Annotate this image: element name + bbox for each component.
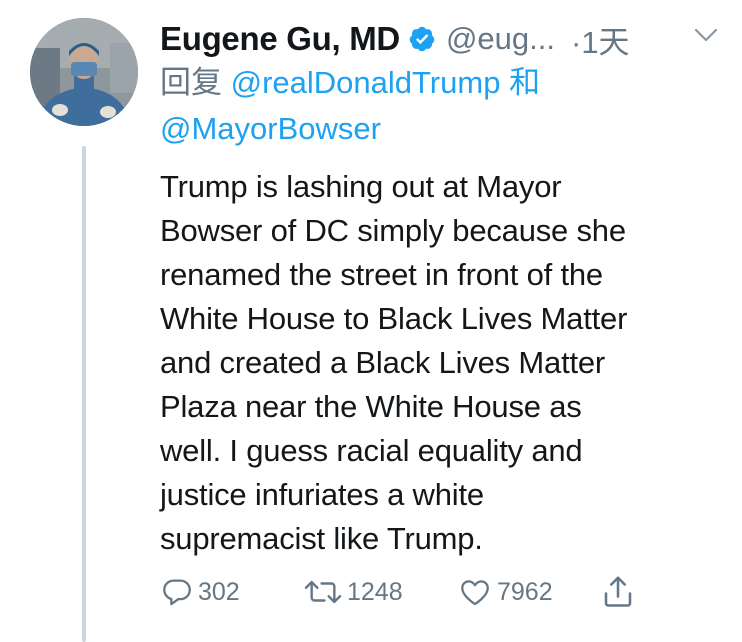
retweet-count: 1248 xyxy=(347,577,403,606)
tweet-actions: 302 1248 7962 xyxy=(160,572,720,612)
mention-mayorbowser[interactable]: @MayorBowser xyxy=(160,111,381,146)
reply-joiner: 和 xyxy=(509,65,541,100)
tweet-line: and created a Black Lives Matter xyxy=(160,345,606,380)
heart-icon xyxy=(461,580,489,606)
retweet-button[interactable]: 1248 xyxy=(303,572,403,612)
tweet-line: justice infuriates a white xyxy=(160,477,484,512)
avatar-photo xyxy=(30,18,138,126)
avatar[interactable] xyxy=(30,18,138,126)
time-label: 1天 xyxy=(581,24,630,60)
timestamp[interactable]: ·1天 xyxy=(571,17,630,62)
handle[interactable]: @eug... xyxy=(446,21,555,57)
share-button[interactable] xyxy=(600,572,636,612)
like-count: 7962 xyxy=(497,577,553,606)
time-separator: · xyxy=(570,24,582,60)
tweet-line: Bowser of DC simply because she xyxy=(160,213,626,248)
chevron-down-icon[interactable] xyxy=(693,26,719,44)
tweet-header: Eugene Gu, MD @eug... ·1天 xyxy=(160,14,720,64)
share-icon xyxy=(604,576,632,607)
reply-icon xyxy=(163,579,191,606)
tweet-line: supremacist like Trump. xyxy=(160,521,483,556)
display-name[interactable]: Eugene Gu, MD xyxy=(160,20,400,58)
reply-button[interactable]: 302 xyxy=(160,572,240,612)
reply-context: 回复 @realDonaldTrump 和 @MayorBowser xyxy=(160,60,720,152)
reply-count: 302 xyxy=(198,577,240,606)
thread-line xyxy=(82,146,86,642)
tweet-line: renamed the street in front of the xyxy=(160,257,603,292)
retweet-icon xyxy=(304,580,342,604)
tweet-line: well. I guess racial equality and xyxy=(160,433,583,468)
tweet-line: Plaza near the White House as xyxy=(160,389,582,424)
verified-badge-icon xyxy=(409,26,435,52)
tweet-text: Trump is lashing out at Mayor Bowser of … xyxy=(160,165,720,561)
tweet-line: Trump is lashing out at Mayor xyxy=(160,169,562,204)
reply-prefix: 回复 xyxy=(160,65,222,100)
tweet-line: White House to Black Lives Matter xyxy=(160,301,628,336)
mention-realdonaldtrump[interactable]: @realDonaldTrump xyxy=(231,65,501,100)
like-button[interactable]: 7962 xyxy=(457,572,553,612)
